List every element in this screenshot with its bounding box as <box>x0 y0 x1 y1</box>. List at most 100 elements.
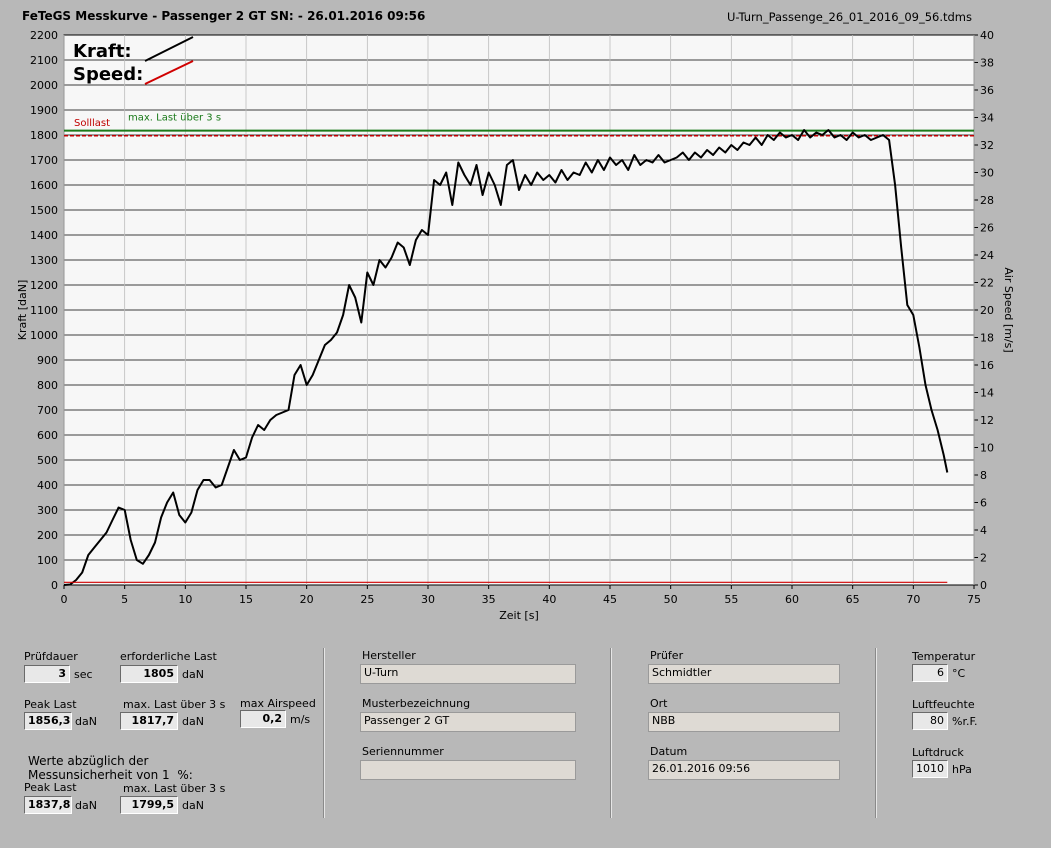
musterbezeichnung-label: Musterbezeichnung <box>362 697 471 710</box>
max-last2-value: 1799,5 <box>120 796 178 814</box>
y-tick-label-right: 24 <box>980 249 994 262</box>
y-tick-label-left: 300 <box>37 504 58 517</box>
y-tick-label-left: 2000 <box>30 79 58 92</box>
luftdruck-unit: hPa <box>952 763 972 776</box>
luftfeuchte-label: Luftfeuchte <box>912 698 975 711</box>
y-axis-label-right: Air Speed [m/s] <box>1002 267 1015 352</box>
max-last-label: max. Last über 3 s <box>123 698 226 711</box>
x-tick-label: 35 <box>482 593 496 606</box>
y-tick-label-right: 22 <box>980 277 994 290</box>
x-tick-label: 30 <box>421 593 435 606</box>
y-tick-label-left: 900 <box>37 354 58 367</box>
peak-last2-value: 1837,8 <box>24 796 72 814</box>
y-tick-label-right: 36 <box>980 84 994 97</box>
y-tick-label-left: 1300 <box>30 254 58 267</box>
y-tick-label-right: 4 <box>980 524 987 537</box>
peak-last-label: Peak Last <box>24 698 77 711</box>
max-last-label: max. Last über 3 s <box>128 113 221 124</box>
y-tick-label-left: 0 <box>51 579 58 592</box>
y-tick-label-right: 12 <box>980 414 994 427</box>
x-tick-label: 65 <box>846 593 860 606</box>
max-last-unit: daN <box>182 715 204 728</box>
y-tick-label-right: 28 <box>980 194 994 207</box>
pruefer-label: Prüfer <box>650 649 684 662</box>
x-tick-label: 70 <box>906 593 920 606</box>
hersteller-label: Hersteller <box>362 649 416 662</box>
y-tick-label-left: 200 <box>37 529 58 542</box>
y-axis-label-left: Kraft [daN] <box>16 280 29 341</box>
hersteller-field: U-Turn <box>360 664 576 684</box>
y-tick-label-left: 1000 <box>30 329 58 342</box>
y-tick-label-left: 1700 <box>30 154 58 167</box>
messunsicherheit-note: Werte abzüglich der Messunsicherheit von… <box>28 754 193 782</box>
ort-label: Ort <box>650 697 668 710</box>
y-tick-label-right: 38 <box>980 57 994 70</box>
legend-label-speed: Speed: <box>73 64 143 85</box>
musterbezeichnung-field: Passenger 2 GT <box>360 712 576 732</box>
luftfeuchte-value: 80 <box>912 712 948 730</box>
y-tick-label-right: 2 <box>980 552 987 565</box>
y-tick-label-right: 20 <box>980 304 994 317</box>
x-axis-label: Zeit [s] <box>499 609 538 622</box>
max-last2-label: max. Last über 3 s <box>123 782 226 795</box>
y-tick-label-right: 40 <box>980 29 994 42</box>
pruefer-field: Schmidtler <box>648 664 840 684</box>
y-tick-label-right: 26 <box>980 222 994 235</box>
pruefdauer-value: 3 <box>24 665 70 683</box>
datum-field: 26.01.2016 09:56 <box>648 760 840 780</box>
y-tick-label-left: 2200 <box>30 29 58 42</box>
max-airspeed-value: 0,2 <box>240 710 286 728</box>
y-tick-label-left: 800 <box>37 379 58 392</box>
luftdruck-label: Luftdruck <box>912 746 964 759</box>
temperatur-value: 6 <box>912 664 948 682</box>
y-tick-label-right: 8 <box>980 469 987 482</box>
y-tick-label-left: 100 <box>37 554 58 567</box>
ort-field: NBB <box>648 712 840 732</box>
x-tick-label: 5 <box>121 593 128 606</box>
y-tick-label-left: 1200 <box>30 279 58 292</box>
y-tick-label-right: 30 <box>980 167 994 180</box>
y-tick-label-left: 400 <box>37 479 58 492</box>
y-tick-label-right: 0 <box>980 579 987 592</box>
x-tick-label: 25 <box>360 593 374 606</box>
y-tick-label-left: 1100 <box>30 304 58 317</box>
x-tick-label: 0 <box>61 593 68 606</box>
y-tick-label-right: 6 <box>980 497 987 510</box>
peak-last2-unit: daN <box>75 799 97 812</box>
force-speed-chart: 0100200300400500600700800900100011001200… <box>16 29 1015 622</box>
luftfeuchte-unit: %r.F. <box>952 715 978 728</box>
max-airspeed-label: max Airspeed <box>240 697 316 710</box>
y-tick-label-left: 700 <box>37 404 58 417</box>
peak-last2-label: Peak Last <box>24 781 77 794</box>
y-tick-label-left: 2100 <box>30 54 58 67</box>
temperatur-unit: °C <box>952 667 966 680</box>
pruefdauer-unit: sec <box>74 668 93 681</box>
erforderliche-last-unit: daN <box>182 668 204 681</box>
luftdruck-value: 1010 <box>912 760 948 778</box>
y-tick-label-left: 1400 <box>30 229 58 242</box>
erforderliche-last-label: erforderliche Last <box>120 650 217 663</box>
y-tick-label-right: 34 <box>980 112 994 125</box>
x-tick-label: 40 <box>542 593 556 606</box>
temperatur-label: Temperatur <box>912 650 976 663</box>
separator <box>610 648 612 818</box>
y-tick-label-right: 18 <box>980 332 994 345</box>
legend-label-kraft: Kraft: <box>73 41 132 62</box>
x-tick-label: 15 <box>239 593 253 606</box>
x-tick-label: 10 <box>178 593 192 606</box>
datum-label: Datum <box>650 745 688 758</box>
y-tick-label-left: 1500 <box>30 204 58 217</box>
solllast-label: Solllast <box>74 118 110 129</box>
max-last-value: 1817,7 <box>120 712 178 730</box>
x-tick-label: 20 <box>300 593 314 606</box>
y-tick-label-left: 1800 <box>30 129 58 142</box>
y-tick-label-right: 16 <box>980 359 994 372</box>
seriennummer-field <box>360 760 576 780</box>
y-tick-label-left: 1900 <box>30 104 58 117</box>
separator <box>875 648 877 818</box>
y-tick-label-right: 32 <box>980 139 994 152</box>
peak-last-unit: daN <box>75 715 97 728</box>
x-tick-label: 75 <box>967 593 981 606</box>
y-tick-label-right: 10 <box>980 442 994 455</box>
erforderliche-last-value: 1805 <box>120 665 178 683</box>
